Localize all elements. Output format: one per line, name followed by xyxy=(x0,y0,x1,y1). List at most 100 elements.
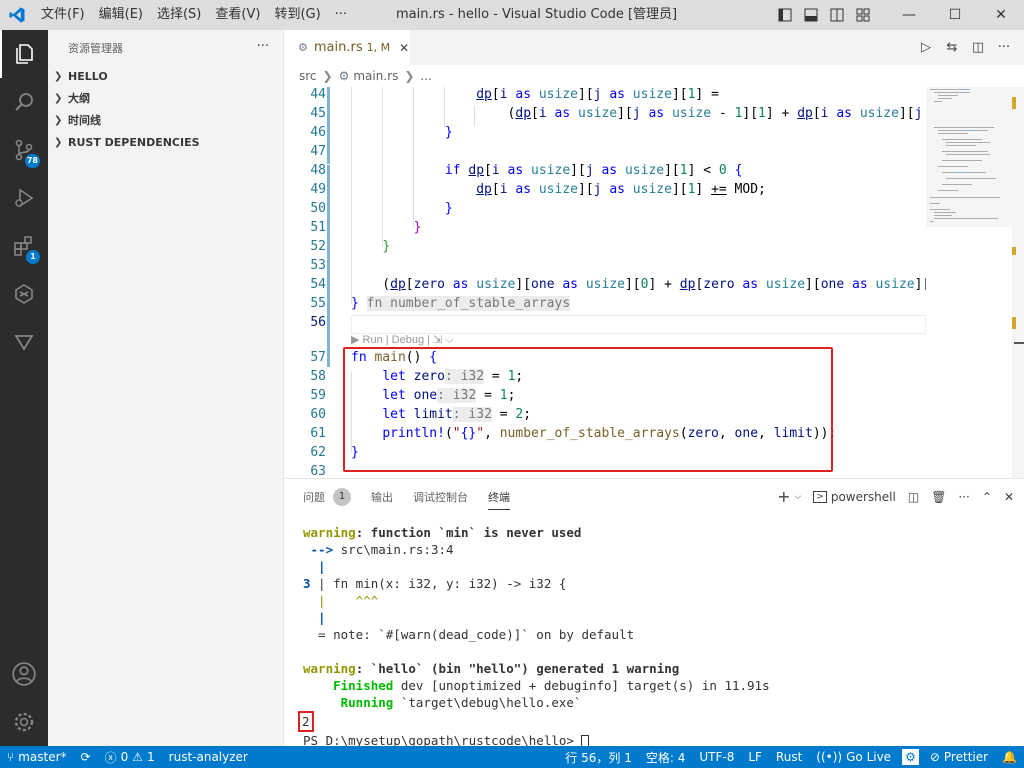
section-timeline[interactable]: ❯ 时间线 xyxy=(48,109,283,131)
codelens-run-debug[interactable]: ▶ Run | Debug | ⇲ ⌵ xyxy=(351,333,454,347)
tab-terminal[interactable]: 终端 xyxy=(488,489,510,510)
minimize-button[interactable]: — xyxy=(886,0,932,30)
extensions-icon[interactable]: 1 xyxy=(0,222,48,270)
code-line: } xyxy=(413,220,422,235)
program-output: 2 xyxy=(298,711,314,732)
rust-icon[interactable] xyxy=(0,270,48,318)
explorer-icon[interactable] xyxy=(0,30,48,78)
run-debug-icon[interactable] xyxy=(0,174,48,222)
status-bar: ⑂ master* ⟳ ⓧ 0 ⚠ 1 rust-analyzer 行 56，列 1 空… xyxy=(0,746,1024,768)
end-of-line[interactable]: LF xyxy=(741,746,769,768)
terminal-text: 3 xyxy=(303,576,311,591)
section-hello[interactable]: ❯ HELLO xyxy=(48,65,283,87)
toggle-secondary-sidebar-icon[interactable] xyxy=(824,0,850,30)
gear-icon[interactable] xyxy=(0,698,48,746)
split-editor-icon[interactable]: ◫ xyxy=(970,40,986,56)
problems-count-badge: 1 xyxy=(333,487,351,506)
prettier-status[interactable]: ⊘ Prettier xyxy=(923,746,995,768)
source-control-icon[interactable]: 78 xyxy=(0,126,48,174)
chevron-right-icon: ❯ xyxy=(54,70,63,82)
notifications-icon[interactable]: 🔔 xyxy=(995,746,1024,768)
maximize-button[interactable]: ☐ xyxy=(932,0,978,30)
tab-main-rs[interactable]: ⚙ main.rs 1, M ✕ xyxy=(284,30,410,65)
chevron-down-icon[interactable]: ⌵ xyxy=(794,492,801,502)
minimap[interactable] xyxy=(926,87,1012,478)
sync-icon[interactable]: ⟳ xyxy=(74,746,98,768)
code-line: } xyxy=(444,125,453,140)
account-icon[interactable] xyxy=(0,650,48,698)
menu-file[interactable]: 文件(F) xyxy=(34,0,92,30)
explorer-more-button[interactable]: ··· xyxy=(257,39,269,54)
maximize-panel-icon[interactable]: ⌃ xyxy=(982,490,992,504)
terminal-text: : `hello` (bin "hello") generated 1 warn… xyxy=(355,661,680,676)
triangle-icon[interactable] xyxy=(0,318,48,366)
section-hello-label: HELLO xyxy=(68,69,108,83)
open-changes-icon[interactable]: ⇆ xyxy=(944,40,960,56)
indentation[interactable]: 空格: 4 xyxy=(639,746,693,768)
shell-label[interactable]: powershell xyxy=(831,490,896,504)
new-terminal-icon[interactable]: + xyxy=(777,487,790,506)
section-rust-dependencies[interactable]: ❯ RUST DEPENDENCIES xyxy=(48,131,283,153)
tab-status: 1, M xyxy=(366,41,391,54)
split-terminal-icon[interactable]: ◫ xyxy=(908,490,919,504)
menu-more[interactable]: ··· xyxy=(328,0,354,30)
editor-scrollbar[interactable] xyxy=(1012,87,1024,478)
rust-analyzer-status[interactable]: rust-analyzer xyxy=(162,746,255,768)
close-window-button[interactable]: ✕ xyxy=(978,0,1024,30)
breadcrumb: src ❯ ⚙ main.rs ❯ ... xyxy=(284,65,1024,87)
trash-icon[interactable]: 🗑 xyxy=(931,490,946,504)
chevron-right-icon: ❯ xyxy=(404,69,415,83)
tab-label: main.rs xyxy=(313,40,363,55)
menu-selection[interactable]: 选择(S) xyxy=(150,0,208,30)
terminal-output[interactable]: warning: function `min` is never used --… xyxy=(298,524,770,749)
line-number: 49 xyxy=(310,182,326,197)
problems-status[interactable]: ⓧ 0 ⚠ 1 xyxy=(98,746,162,768)
breadcrumb-file[interactable]: main.rs xyxy=(353,69,398,83)
rust-status-icon[interactable]: ⚙ xyxy=(902,749,919,765)
branch-label: master* xyxy=(18,750,67,764)
language-mode[interactable]: Rust xyxy=(769,746,809,768)
search-icon[interactable] xyxy=(0,78,48,126)
branch-status[interactable]: ⑂ master* xyxy=(0,746,74,768)
more-actions-icon[interactable]: ··· xyxy=(996,40,1012,56)
editor-tab-bar: ⚙ main.rs 1, M ✕ ▷ ⇆ ◫ ··· xyxy=(284,30,1024,65)
bottom-panel: 问题 1 输出 调试控制台 终端 + ⌵ > powershell ◫ 🗑 ···… xyxy=(284,478,1024,749)
toggle-sidebar-icon[interactable] xyxy=(772,0,798,30)
terminal-text: Finished xyxy=(303,678,394,693)
warning-count: 1 xyxy=(147,750,155,764)
terminal-text: | fn min(x: i32, y: i32) -> i32 { xyxy=(310,576,567,591)
toggle-panel-icon[interactable] xyxy=(798,0,824,30)
window-title: main.rs - hello - Visual Studio Code [管理… xyxy=(396,7,678,22)
terminal-text: `target\debug\hello.exe` xyxy=(393,695,582,710)
explorer-sidebar: 资源管理器 ··· ❯ HELLO ❯ 大纲 ❯ 时间线 ❯ RUST DEPENDEN… xyxy=(48,30,284,746)
code-line: } xyxy=(382,239,391,254)
terminal-text: = note: `#[warn(dead_code)]` on by defau… xyxy=(303,627,635,642)
run-code-icon[interactable]: ▷ xyxy=(918,40,934,56)
close-panel-icon[interactable]: ✕ xyxy=(1004,490,1014,504)
branch-icon: ⑂ xyxy=(7,750,15,764)
cursor-position[interactable]: 行 56，列 1 xyxy=(558,746,639,768)
tab-problems[interactable]: 问题 1 xyxy=(303,487,351,506)
panel-more-icon[interactable]: ··· xyxy=(958,490,969,504)
encoding[interactable]: UTF-8 xyxy=(692,746,741,768)
customize-layout-icon[interactable] xyxy=(850,0,876,30)
code-line: (dp[i as usize][j as usize - 1][1] + dp[… xyxy=(351,106,923,121)
line-number: 54 xyxy=(310,277,326,292)
go-live-button[interactable]: ((•)) Go Live xyxy=(809,746,898,768)
line-number: 59 xyxy=(310,388,326,403)
terminal-text: : function `min` is never used xyxy=(355,525,582,540)
menu-edit[interactable]: 编辑(E) xyxy=(92,0,150,30)
breadcrumb-folder[interactable]: src xyxy=(299,69,317,83)
tab-output-label: 输出 xyxy=(371,490,393,504)
line-number: 44 xyxy=(310,87,326,102)
section-outline[interactable]: ❯ 大纲 xyxy=(48,87,283,109)
tab-output[interactable]: 输出 xyxy=(371,489,393,505)
highlight-box-main xyxy=(343,347,833,472)
code-editor[interactable]: 44 dp[i as usize][j as usize][1] = 45 (d… xyxy=(284,87,926,478)
tab-debug-console[interactable]: 调试控制台 xyxy=(413,489,468,505)
terminal-text: dev [unoptimized + debuginfo] target(s) … xyxy=(393,678,770,693)
menu-go[interactable]: 转到(G) xyxy=(267,0,327,30)
breadcrumb-more[interactable]: ... xyxy=(420,69,431,83)
tab-close-icon[interactable]: ✕ xyxy=(399,41,409,55)
menu-view[interactable]: 查看(V) xyxy=(208,0,267,30)
